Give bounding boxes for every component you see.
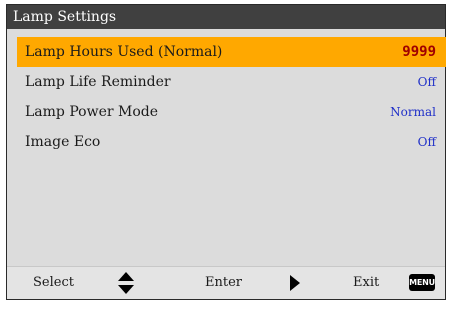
- enter-hint-label: Enter: [205, 275, 242, 290]
- image-eco-value: Off: [417, 135, 436, 149]
- osd-footer-hints: Select Enter Exit MENU: [7, 266, 445, 299]
- menu-item-lamp-hours-used[interactable]: Lamp Hours Used (Normal) 9999: [17, 37, 446, 67]
- exit-hint-label: Exit: [353, 275, 380, 290]
- lamp-settings-osd: Lamp Settings Lamp Hours Used (Normal) 9…: [6, 4, 446, 300]
- menu-item-image-eco[interactable]: Image Eco Off: [17, 127, 446, 157]
- menu-item-label: Image Eco: [25, 134, 101, 150]
- select-hint-label: Select: [33, 275, 74, 290]
- osd-body: Lamp Hours Used (Normal) 9999 Lamp Life …: [7, 29, 446, 299]
- osd-title: Lamp Settings: [7, 5, 445, 29]
- menu-item-lamp-power-mode[interactable]: Lamp Power Mode Normal: [17, 97, 446, 127]
- lamp-hours-value: 9999: [402, 44, 436, 60]
- settings-list: Lamp Hours Used (Normal) 9999 Lamp Life …: [17, 37, 446, 157]
- menu-key-icon: MENU: [409, 274, 435, 291]
- lamp-life-reminder-value: Off: [417, 75, 436, 89]
- menu-item-label: Lamp Life Reminder: [25, 74, 171, 90]
- up-down-arrow-icon: [118, 272, 134, 294]
- menu-item-lamp-life-reminder[interactable]: Lamp Life Reminder Off: [17, 67, 446, 97]
- right-arrow-icon: [290, 275, 300, 291]
- menu-item-label: Lamp Hours Used (Normal): [25, 44, 223, 60]
- menu-item-label: Lamp Power Mode: [25, 104, 159, 120]
- lamp-power-mode-value: Normal: [390, 105, 436, 119]
